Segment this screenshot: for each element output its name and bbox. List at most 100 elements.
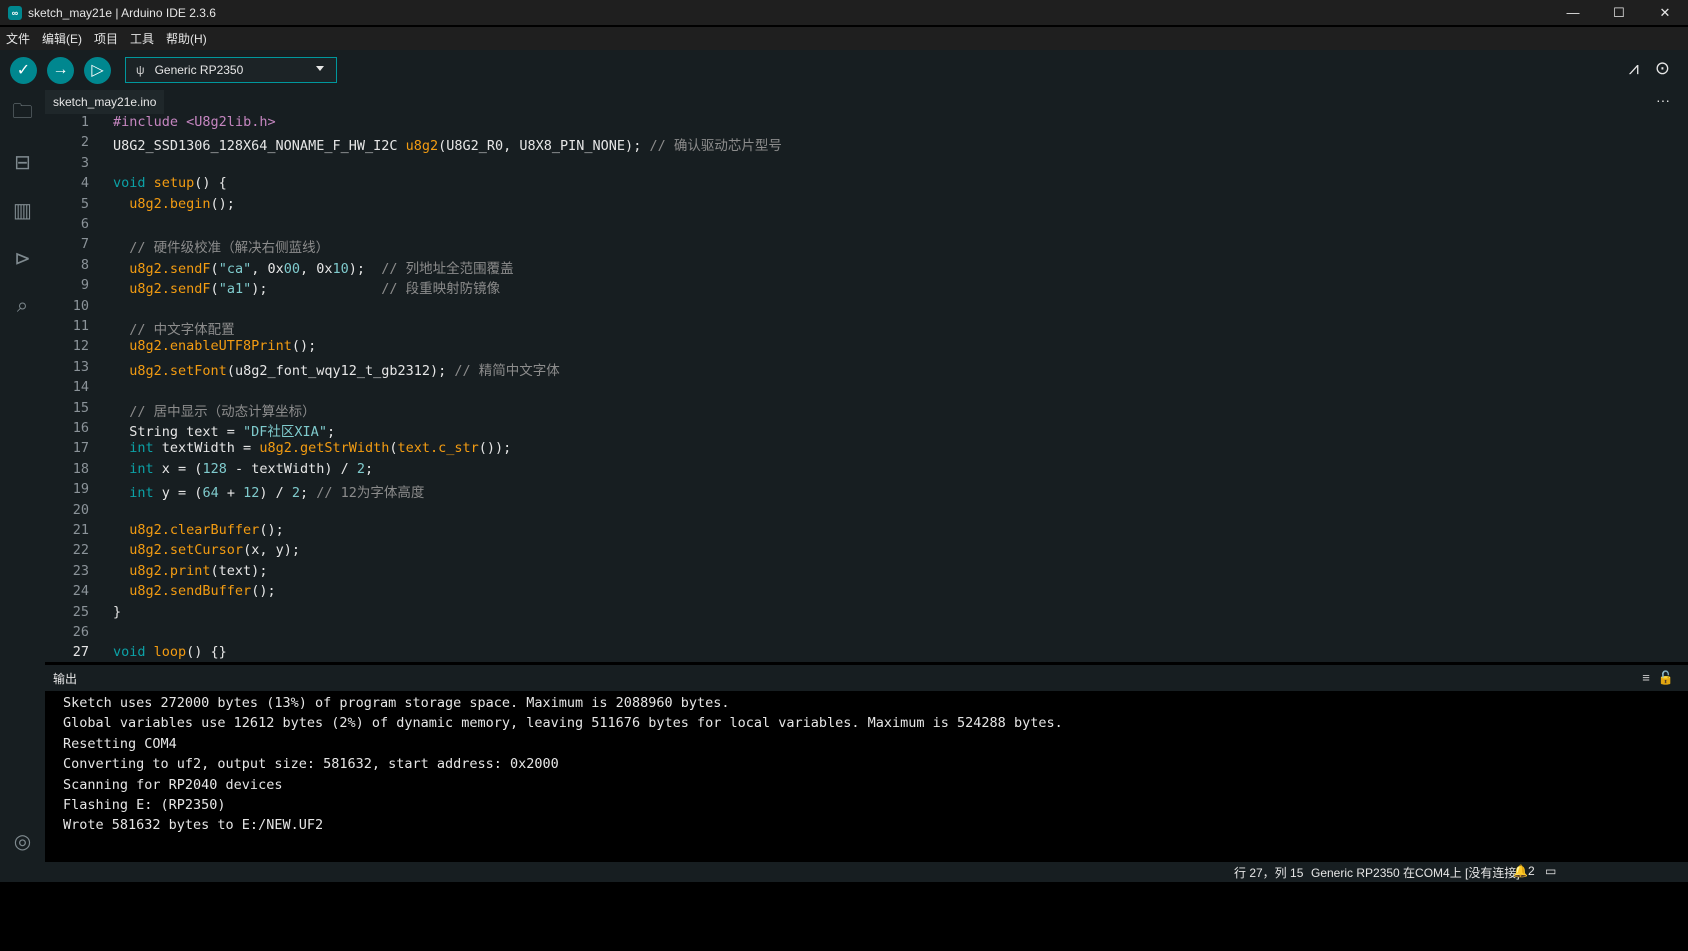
tab-sketch[interactable]: sketch_may21e.ino	[45, 90, 165, 114]
code-line[interactable]: 12 u8g2.enableUTF8Print();	[45, 338, 1645, 358]
code-line[interactable]: 4 void setup() {	[45, 175, 1645, 195]
line-number: 2	[80, 134, 89, 151]
notification-count: 2	[1528, 864, 1535, 878]
code-line[interactable]: 15 // 居中显示（动态计算坐标）	[45, 400, 1645, 420]
output-line: Converting to uf2, output size: 581632, …	[63, 756, 559, 773]
code-text: String text = "DF社区XIA";	[113, 424, 336, 440]
code-line[interactable]: 1 #include <U8g2lib.h>	[45, 114, 1645, 134]
code-line[interactable]: 11 // 中文字体配置	[45, 318, 1645, 338]
code-line[interactable]: 20	[45, 502, 1645, 522]
code-line[interactable]: 18 int x = (128 - textWidth) / 2;	[45, 461, 1645, 481]
serial-monitor-icon[interactable]: ⊙	[1655, 58, 1670, 79]
board-selector[interactable]: ψ Generic RP2350	[125, 57, 337, 83]
line-number: 8	[80, 256, 89, 273]
code-editor[interactable]: 1 #include <U8g2lib.h> 2 U8G2_SSD1306_128X6…	[45, 114, 1688, 662]
search-icon[interactable]: ⌕	[0, 282, 45, 330]
line-number: 6	[80, 216, 89, 232]
library-manager-icon[interactable]: ▥	[0, 186, 45, 234]
code-line[interactable]: 19 int y = (64 + 12) / 2; // 12为字体高度	[45, 481, 1645, 501]
editor-scrollbar[interactable]	[1679, 114, 1688, 662]
code-text: // 中文字体配置	[129, 322, 235, 338]
serial-plotter-icon[interactable]: ⩘	[1629, 58, 1639, 79]
code-line[interactable]: 9 u8g2.sendF("a1"); // 段重映射防镜像	[45, 277, 1645, 297]
line-number: 12	[72, 338, 89, 355]
code-line[interactable]: 2 U8G2_SSD1306_128X64_NONAME_F_HW_I2C u8g…	[45, 134, 1645, 154]
code-line[interactable]: 5 u8g2.begin();	[45, 196, 1645, 216]
code-text: void setup() {	[113, 175, 227, 192]
code-line[interactable]: 21 u8g2.clearBuffer();	[45, 522, 1645, 542]
title-bar: ∞ sketch_may21e | Arduino IDE 2.3.6 — ☐ …	[0, 0, 1688, 25]
sketchbook-folder-icon[interactable]: 🗀	[0, 90, 45, 138]
activity-sidebar: 🗀 ⊟ ▥ ⊳ ⌕ ◎	[0, 90, 45, 862]
line-number: 5	[80, 195, 89, 212]
more-icon[interactable]: ···	[1656, 92, 1670, 108]
menu-file[interactable]: 文件	[0, 30, 36, 47]
output-line: Flashing E: (RP2350)	[63, 797, 226, 813]
minimize-button[interactable]: —	[1550, 0, 1596, 25]
code-line[interactable]: 3	[45, 155, 1645, 175]
chevron-down-icon	[316, 66, 324, 71]
board-port-status[interactable]: Generic RP2350 在COM4上 [没有连接]	[1311, 864, 1520, 881]
output-line: Wrote 581632 bytes to E:/NEW.UF2	[63, 817, 324, 834]
line-number: 23	[72, 562, 89, 579]
code-text: u8g2.setFont(u8g2_font_wqy12_t_gb2312); …	[129, 362, 560, 379]
notification-bell-icon[interactable]: 🔔	[1513, 864, 1528, 878]
code-line[interactable]: 27 void loop() {}	[45, 644, 1645, 662]
code-text: // 居中显示（动态计算坐标）	[129, 403, 316, 420]
line-number: 20	[72, 501, 89, 518]
lock-icon[interactable]: 🔓	[1658, 670, 1674, 686]
editor-tab-bar: sketch_may21e.ino ···	[45, 90, 1688, 114]
code-line[interactable]: 7 // 硬件级校准（解决右侧蓝线）	[45, 236, 1645, 256]
profile-icon[interactable]: ◎	[0, 829, 45, 854]
output-line: Resetting COM4	[63, 735, 177, 752]
clear-output-icon[interactable]: ≡	[1642, 670, 1650, 686]
menu-tools[interactable]: 工具	[124, 30, 160, 47]
line-number: 19	[72, 481, 89, 498]
line-number: 3	[80, 154, 89, 171]
code-line[interactable]: 22 u8g2.setCursor(x, y);	[45, 542, 1645, 562]
code-text: u8g2.enableUTF8Print();	[129, 338, 317, 355]
status-bar: 行 27，列 15 Generic RP2350 在COM4上 [没有连接] 🔔…	[0, 862, 1688, 882]
code-text: }	[113, 603, 122, 620]
code-line[interactable]: 10	[45, 298, 1645, 318]
code-line[interactable]: 17 int textWidth = u8g2.getStrWidth(text…	[45, 440, 1645, 460]
line-number: 25	[72, 603, 89, 620]
output-console: Sketch uses 272000 bytes (13%) of progra…	[45, 691, 1688, 861]
boards-manager-icon[interactable]: ⊟	[0, 138, 45, 186]
code-text: u8g2.begin();	[129, 195, 235, 212]
arduino-logo-icon: ∞	[8, 5, 22, 20]
debug-panel-icon[interactable]: ⊳	[0, 234, 45, 282]
close-button[interactable]: ✕	[1642, 0, 1688, 25]
line-number: 14	[72, 379, 89, 396]
code-line[interactable]: 26	[45, 624, 1645, 644]
debug-icon: ▷	[91, 62, 104, 79]
code-text: int y = (64 + 12) / 2; // 12为字体高度	[129, 485, 425, 502]
verify-button[interactable]: ✓	[10, 56, 37, 84]
upload-button[interactable]: →	[47, 56, 74, 84]
code-line[interactable]: 8 u8g2.sendF("ca", 0x00, 0x10); // 列地址全范…	[45, 257, 1645, 277]
code-text: u8g2.sendF("ca", 0x00, 0x10); // 列地址全范围覆…	[129, 260, 514, 277]
line-number: 15	[72, 399, 89, 416]
line-number: 26	[72, 624, 89, 640]
menu-help[interactable]: 帮助(H)	[160, 30, 213, 47]
code-text: // 硬件级校准（解决右侧蓝线）	[129, 240, 330, 257]
code-line[interactable]: 14	[45, 379, 1645, 399]
code-text: u8g2.sendF("a1"); // 段重映射防镜像	[129, 281, 501, 298]
maximize-button[interactable]: ☐	[1596, 0, 1642, 25]
code-line[interactable]: 6	[45, 216, 1645, 236]
code-line[interactable]: 16 String text = "DF社区XIA";	[45, 420, 1645, 440]
code-text: void loop() {}	[113, 644, 227, 661]
code-text: u8g2.clearBuffer();	[129, 522, 284, 538]
code-line[interactable]: 25}	[45, 604, 1645, 624]
line-number: 22	[72, 542, 89, 559]
line-number: 7	[80, 236, 89, 253]
toolbar: ✓ → ▷ ψ Generic RP2350 ⩘ ⊙	[0, 50, 1688, 90]
menu-edit[interactable]: 编辑(E)	[36, 30, 88, 47]
output-line: Global variables use 12612 bytes (2%) of…	[63, 715, 1063, 732]
toggle-panel-icon[interactable]: ▭	[1545, 864, 1556, 878]
debug-button[interactable]: ▷	[84, 56, 111, 84]
code-line[interactable]: 13 u8g2.setFont(u8g2_font_wqy12_t_gb2312…	[45, 359, 1645, 379]
code-line[interactable]: 24 u8g2.sendBuffer();	[45, 583, 1645, 603]
menu-project[interactable]: 项目	[88, 30, 124, 47]
code-line[interactable]: 23 u8g2.print(text);	[45, 563, 1645, 583]
